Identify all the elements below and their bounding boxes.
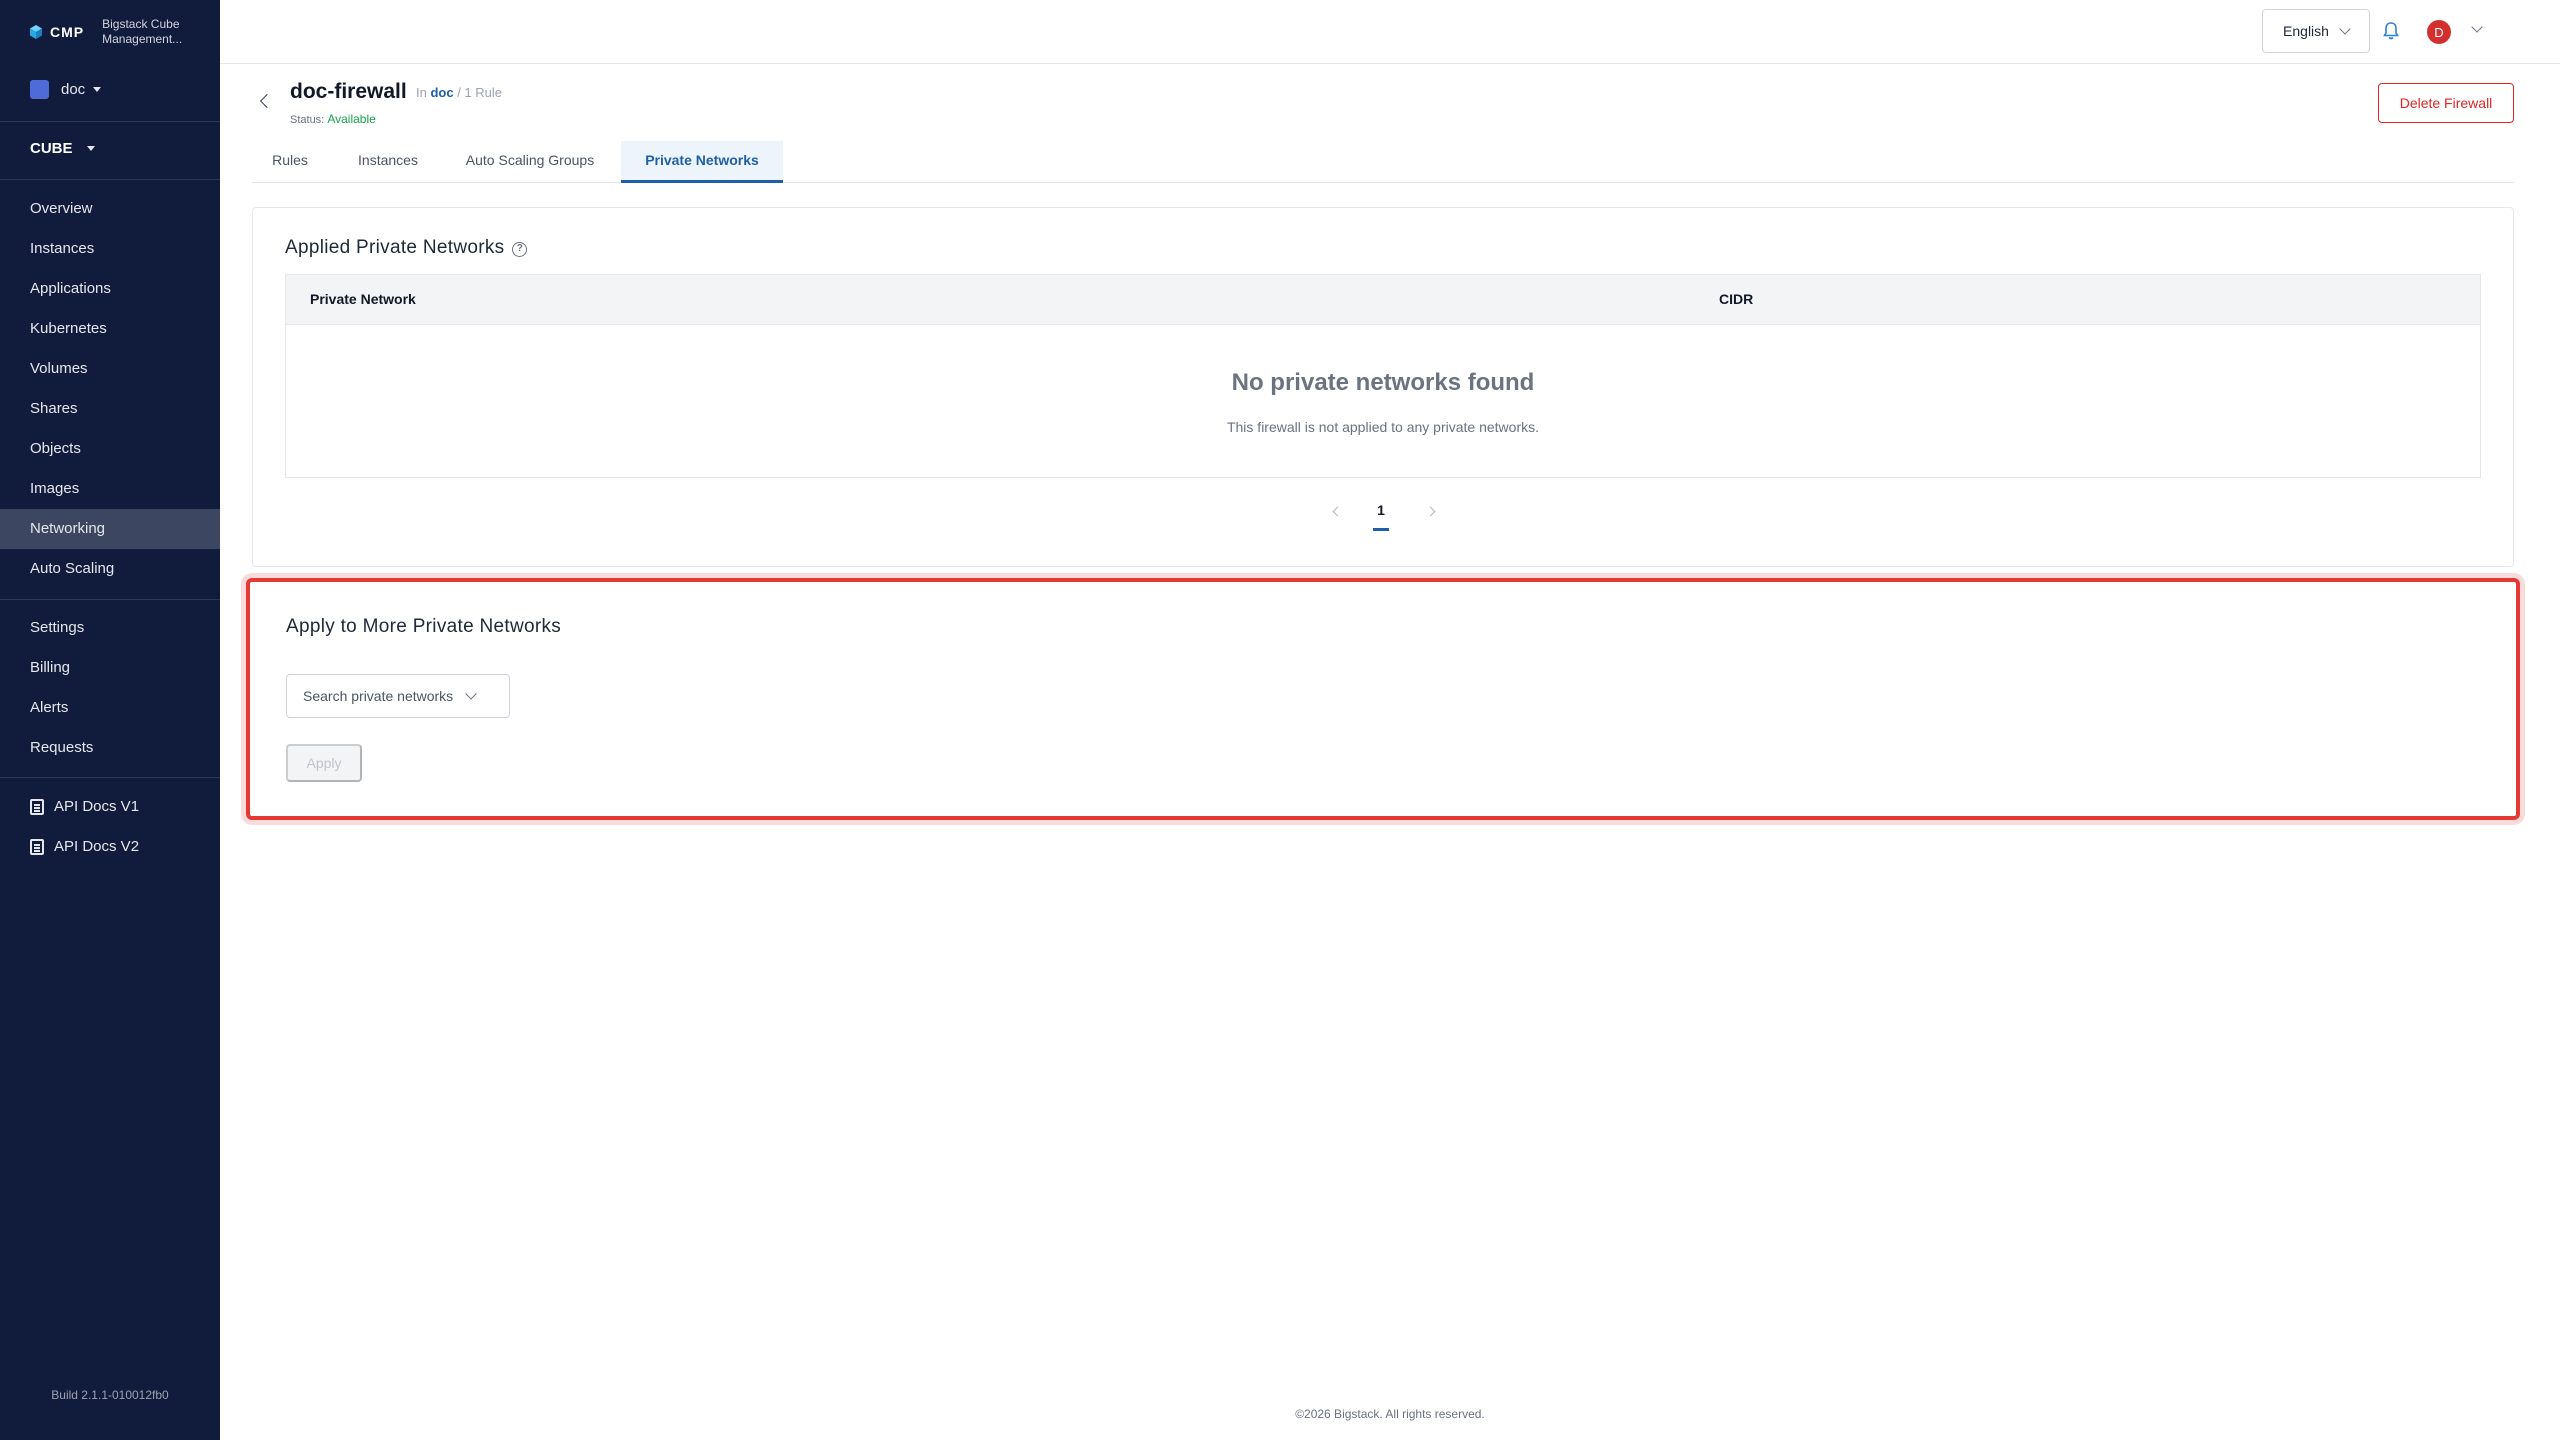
chevron-down-icon — [2339, 23, 2351, 35]
main-nav: Overview Instances Applications Kubernet… — [0, 189, 220, 589]
firewall-status: Status: Available — [290, 112, 376, 126]
sidebar-item-overview[interactable]: Overview — [0, 189, 220, 229]
sidebar-item-billing[interactable]: Billing — [0, 648, 220, 688]
divider — [0, 777, 220, 778]
tab-private-networks[interactable]: Private Networks — [621, 141, 783, 183]
language-label: English — [2283, 23, 2329, 39]
sidebar-item-label: Requests — [30, 739, 94, 756]
top-bar — [220, 0, 2560, 64]
sidebar-item-label: Settings — [30, 619, 85, 636]
app-name: Bigstack Cube Management... — [102, 17, 183, 46]
caret-down-icon — [93, 87, 102, 92]
tab-bar: Rules Instances Auto Scaling Groups Priv… — [252, 141, 2514, 183]
sidebar: CMP Bigstack Cube Management... doc CUBE… — [0, 0, 220, 1440]
rule-count: / 1 Rule — [457, 85, 503, 100]
sidebar-item-settings[interactable]: Settings — [0, 608, 220, 648]
project-selector[interactable]: doc — [30, 80, 102, 99]
tab-auto-scaling-groups[interactable]: Auto Scaling Groups — [448, 141, 612, 183]
chevron-down-icon — [465, 688, 477, 700]
avatar[interactable]: D — [2427, 20, 2451, 44]
applied-private-networks-card: Applied Private Networks? Private Networ… — [252, 207, 2514, 567]
column-header-private-network: Private Network — [310, 291, 416, 307]
product-name: CUBE — [30, 140, 73, 157]
bell-icon[interactable] — [2382, 20, 2400, 42]
help-icon[interactable]: ? — [512, 242, 528, 257]
apply-more-private-networks-card: Apply to More Private Networks Search pr… — [246, 578, 2520, 820]
footer-copyright: ©2026 Bigstack. All rights reserved. — [1295, 1407, 1485, 1421]
sidebar-item-label: API Docs V1 — [54, 798, 140, 815]
document-icon — [30, 839, 44, 855]
build-version: Build 2.1.1-010012fb0 — [51, 1388, 169, 1402]
table-header: Private Network CIDR — [286, 275, 2480, 325]
sidebar-item-objects[interactable]: Objects — [0, 429, 220, 469]
brand-logo[interactable]: CMP Bigstack Cube Management... — [28, 14, 202, 50]
sidebar-item-label: Overview — [30, 200, 93, 217]
chevron-left-icon[interactable] — [1332, 506, 1343, 517]
sidebar-item-label: Applications — [30, 280, 111, 297]
empty-state-title: No private networks found — [1231, 369, 1535, 396]
status-badge: Available — [327, 112, 376, 126]
select-placeholder: Search private networks — [303, 688, 454, 704]
project-name: doc — [61, 81, 86, 98]
divider — [0, 121, 220, 122]
secondary-nav: Settings Billing Alerts Requests — [0, 608, 220, 768]
sidebar-item-label: API Docs V2 — [54, 838, 140, 855]
sidebar-item-applications[interactable]: Applications — [0, 269, 220, 309]
sidebar-item-requests[interactable]: Requests — [0, 728, 220, 768]
sidebar-item-label: Images — [30, 480, 80, 497]
sidebar-item-label: Shares — [30, 400, 78, 417]
sidebar-item-kubernetes[interactable]: Kubernetes — [0, 309, 220, 349]
sidebar-item-volumes[interactable]: Volumes — [0, 349, 220, 389]
page-title: doc-firewall — [290, 80, 407, 103]
sidebar-item-shares[interactable]: Shares — [0, 389, 220, 429]
sidebar-item-api-docs-v2[interactable]: API Docs V2 — [0, 827, 220, 867]
product-selector[interactable]: CUBE — [30, 140, 95, 157]
section-title: Applied Private Networks? — [285, 237, 528, 259]
sidebar-item-instances[interactable]: Instances — [0, 229, 220, 269]
section-title: Apply to More Private Networks — [286, 616, 562, 637]
project-link[interactable]: doc — [430, 85, 453, 100]
column-header-cidr: CIDR — [1719, 291, 1754, 307]
language-select[interactable]: English — [2262, 9, 2370, 53]
divider — [0, 179, 220, 180]
current-page-indicator — [1373, 528, 1389, 531]
docs-nav: API Docs V1 API Docs V2 — [0, 787, 220, 867]
apply-button[interactable]: Apply — [286, 744, 362, 782]
document-icon — [30, 799, 44, 815]
private-networks-table: Private Network CIDR No private networks… — [285, 274, 2481, 478]
sidebar-item-label: Objects — [30, 440, 81, 457]
sidebar-item-label: Alerts — [30, 699, 69, 716]
sidebar-item-alerts[interactable]: Alerts — [0, 688, 220, 728]
in-prefix: In — [416, 85, 427, 100]
sidebar-item-label: Kubernetes — [30, 320, 107, 337]
sidebar-item-label: Networking — [30, 520, 106, 537]
brand-short: CMP — [50, 24, 85, 40]
project-icon — [30, 80, 49, 99]
status-label: Status: — [290, 114, 325, 126]
search-private-networks-select[interactable]: Search private networks — [286, 674, 510, 718]
pagination: 1 — [253, 498, 2513, 538]
tab-instances[interactable]: Instances — [336, 141, 440, 183]
caret-down-icon — [86, 146, 95, 151]
chevron-right-icon[interactable] — [1425, 506, 1436, 517]
sidebar-item-auto-scaling[interactable]: Auto Scaling — [0, 549, 220, 589]
sidebar-item-images[interactable]: Images — [0, 469, 220, 509]
sidebar-item-label: Instances — [30, 240, 95, 257]
section-title-text: Applied Private Networks — [285, 237, 505, 258]
sidebar-item-label: Auto Scaling — [30, 560, 115, 577]
sidebar-item-networking[interactable]: Networking — [0, 509, 220, 549]
cube-logo-icon — [30, 25, 42, 39]
sidebar-item-label: Billing — [30, 659, 71, 676]
sidebar-item-label: Volumes — [30, 360, 88, 377]
page-number[interactable]: 1 — [1373, 502, 1389, 518]
back-arrow-icon[interactable] — [259, 93, 275, 109]
firewall-meta: In doc / 1 Rule — [416, 85, 502, 100]
delete-firewall-button[interactable]: Delete Firewall — [2378, 83, 2514, 123]
empty-state-subtitle: This firewall is not applied to any priv… — [1226, 419, 1540, 435]
sidebar-item-api-docs-v1[interactable]: API Docs V1 — [0, 787, 220, 827]
tab-rules[interactable]: Rules — [252, 141, 328, 183]
divider — [0, 599, 220, 600]
